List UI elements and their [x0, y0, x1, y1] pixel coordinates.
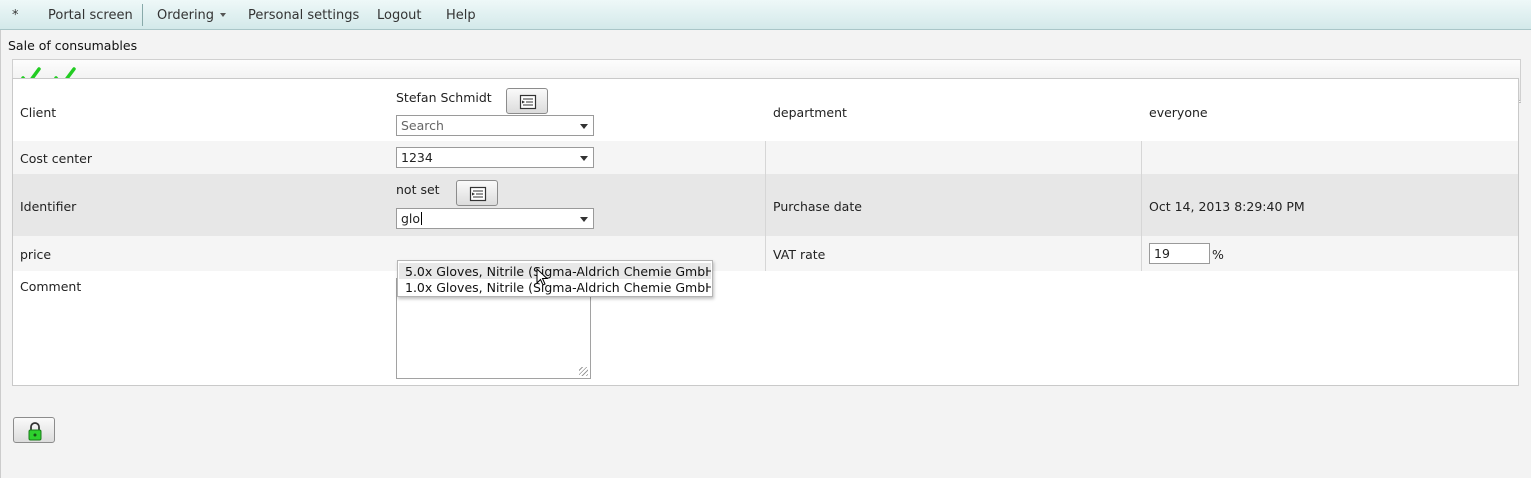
- menu-star[interactable]: *: [12, 8, 19, 23]
- identifier-picker-button[interactable]: [456, 180, 498, 206]
- identifier-input-text: glo: [401, 211, 421, 226]
- menu-separator: [142, 4, 143, 26]
- menu-help[interactable]: Help: [446, 8, 476, 23]
- chevron-down-icon[interactable]: [580, 217, 588, 222]
- identifier-value: not set: [396, 182, 440, 197]
- autocomplete-option[interactable]: 5.0x Gloves, Nitrile (Sigma-Aldrich Chem…: [399, 263, 711, 279]
- row-price: price VAT rate 19 %: [13, 236, 1518, 271]
- cell-divider: [765, 236, 766, 271]
- menu-ordering[interactable]: Ordering: [157, 8, 227, 23]
- chevron-down-icon[interactable]: [580, 124, 588, 129]
- cell-divider: [765, 141, 766, 174]
- comment-label: Comment: [20, 279, 82, 294]
- page-title: Sale of consumables: [8, 38, 138, 53]
- menu-personal-settings[interactable]: Personal settings: [248, 8, 359, 23]
- vat-rate-input[interactable]: 19: [1149, 243, 1210, 264]
- cost-center-value: 1234: [401, 150, 433, 165]
- menu-bar: * Portal screen Ordering Personal settin…: [0, 0, 1531, 30]
- row-cost-center: Cost center 1234: [13, 141, 1518, 174]
- identifier-search-input[interactable]: glo: [396, 208, 594, 229]
- cost-center-label: Cost center: [20, 151, 92, 166]
- menu-portal-screen[interactable]: Portal screen: [48, 8, 133, 23]
- menu-logout[interactable]: Logout: [377, 8, 422, 23]
- client-search-placeholder: Search: [401, 118, 444, 133]
- row-client: Client Stefan Schmidt Search department …: [13, 79, 1518, 141]
- cell-divider: [765, 174, 766, 236]
- cost-center-select[interactable]: 1234: [396, 147, 594, 168]
- client-picker-button[interactable]: [506, 88, 548, 114]
- purchase-date-label: Purchase date: [773, 199, 862, 214]
- vat-rate-label: VAT rate: [773, 247, 826, 262]
- chevron-down-icon: [220, 13, 227, 17]
- purchase-date-value: Oct 14, 2013 8:29:40 PM: [1149, 199, 1305, 214]
- row-identifier: Identifier not set glo Purchase date Oct…: [13, 174, 1518, 236]
- list-select-icon: [519, 94, 537, 110]
- cell-divider: [1141, 236, 1142, 271]
- vat-unit: %: [1212, 247, 1224, 262]
- chevron-down-icon[interactable]: [580, 156, 588, 161]
- row-comment: Comment: [13, 271, 1518, 385]
- price-label: price: [20, 247, 52, 262]
- mouse-pointer-icon: [536, 268, 548, 286]
- client-value: Stefan Schmidt: [396, 90, 492, 105]
- text-cursor: [421, 212, 423, 225]
- lock-button[interactable]: [13, 417, 55, 443]
- identifier-label: Identifier: [20, 199, 77, 214]
- menu-ordering-label: Ordering: [157, 8, 215, 23]
- department-value: everyone: [1149, 105, 1208, 120]
- client-search-input[interactable]: Search: [396, 115, 594, 136]
- autocomplete-option[interactable]: 1.0x Gloves, Nitrile (Sigma-Aldrich Chem…: [399, 279, 711, 295]
- resize-grip-icon[interactable]: [579, 367, 588, 376]
- client-label: Client: [20, 105, 57, 120]
- autocomplete-popup: 5.0x Gloves, Nitrile (Sigma-Aldrich Chem…: [397, 260, 713, 297]
- department-label: department: [773, 105, 847, 120]
- cell-divider: [1141, 141, 1142, 174]
- lock-icon: [28, 422, 42, 441]
- cell-divider: [1141, 174, 1142, 236]
- list-select-icon: [469, 186, 487, 202]
- consumable-form: Client Stefan Schmidt Search department …: [12, 78, 1519, 386]
